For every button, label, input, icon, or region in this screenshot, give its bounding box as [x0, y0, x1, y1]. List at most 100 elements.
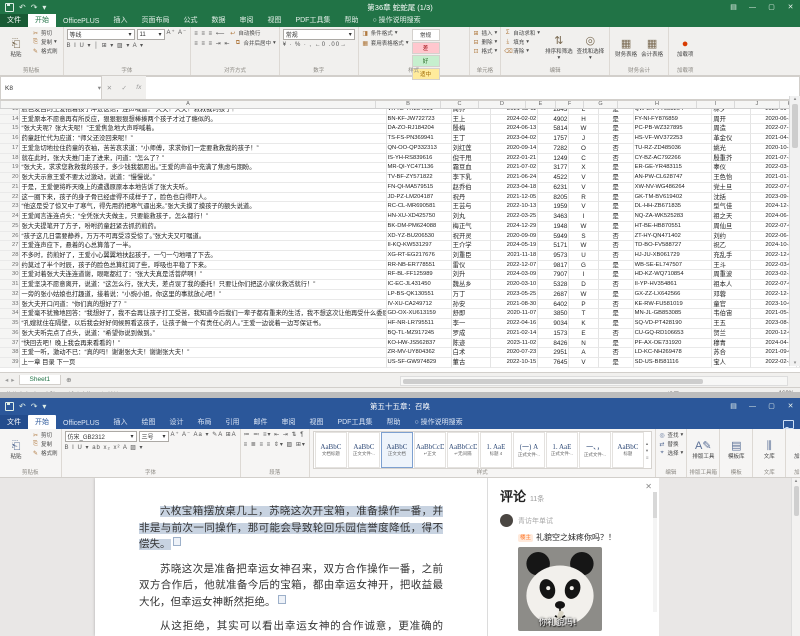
column-header[interactable]: I [697, 101, 735, 108]
cell[interactable]: PF-AX-OE731920 [634, 339, 713, 349]
cell[interactable]: 舒即 [452, 309, 491, 319]
table-row[interactable]: 32 一旁的张小姑娘也打趣道，接着说：“小豌小姐，你这里的事就放心吧！” LP-… [0, 290, 800, 300]
row-number[interactable]: 23 [0, 202, 20, 212]
cell[interactable]: RR-NB-ER778551 [387, 261, 452, 271]
ribbon-tab[interactable]: 帮助 [337, 13, 365, 27]
cell[interactable]: BK-DM-PM624088 [387, 222, 452, 232]
font-name-select[interactable]: 仿宋_GB2312▾ [65, 431, 137, 442]
table-row[interactable]: 23 “他这是受了惊又中了寒气，得先用药把寒气逼出来。”张大夫摸了摸孩子的额头说… [0, 202, 800, 212]
ribbon-tab[interactable]: 文件 [0, 13, 28, 27]
cell[interactable]: 2024-05-19 [491, 241, 539, 251]
cell[interactable]: 1757 [538, 134, 569, 144]
cell[interactable]: “孩子这几日需要静养，万万不可再受凉受惊了。”张大夫又叮嘱道。 [20, 232, 386, 242]
cell[interactable]: 1573 [538, 329, 569, 339]
conditional-formatting-button[interactable]: ◨ 条件格式▾ [362, 29, 409, 37]
cell[interactable]: 2021-06-24 [491, 173, 539, 183]
cell[interactable]: V [569, 202, 598, 212]
ribbon-tab[interactable]: 绘图 [134, 415, 162, 429]
editing-small-button[interactable]: ⌖ 选择▾ [659, 449, 684, 457]
editing-small-button[interactable]: Σ 自动求和▾ [504, 29, 540, 37]
cell[interactable]: 是 [599, 339, 634, 349]
cell[interactable]: 张大夫听完点了点头，说道：“希望你说到做到。” [20, 329, 386, 339]
align-buttons[interactable]: ≡ ≣ ≡ ≡ ⇕▾ ▨ ⊞▾ [244, 441, 306, 448]
ribbon-tab[interactable]: 数据 [204, 13, 232, 27]
cell[interactable]: P [569, 300, 598, 310]
cell[interactable]: 周造 [712, 124, 751, 134]
table-row[interactable]: 19 “张大夫，求求您救救我的孩子，多少钱我都愿出。”王爱的声音中充满了焦虑与期… [0, 163, 800, 173]
cell[interactable]: IV-XU-CA249712 [387, 300, 452, 310]
cell[interactable]: 是 [599, 212, 634, 222]
row-number[interactable]: 16 [0, 134, 20, 144]
cell[interactable]: HD-KZ-WQ710854 [634, 270, 713, 280]
formula-enter-icon[interactable]: ✓ [121, 84, 126, 92]
cell[interactable]: 祝开灵 [452, 232, 491, 242]
number-format-select[interactable]: 常规▾ [283, 29, 355, 40]
cell[interactable]: 党土旦 [712, 183, 751, 193]
table-row[interactable]: 25 张大夫提笔开了方子，吩咐药童赶紧去抓药煎药。 BK-DM-PM624088… [0, 222, 800, 232]
column-header[interactable]: J [735, 101, 780, 108]
cell[interactable]: MR-QI-YC471136 [387, 163, 452, 173]
cell[interactable]: 2024-06-13 [491, 124, 539, 134]
cell[interactable]: 2021-07-02 [491, 163, 539, 173]
style-item[interactable]: AaBbCcD ↵正文 [414, 432, 446, 468]
table-row[interactable]: 22 这一圈下来，孩子的身子骨已经虚得不成样子了，脸色也白得吓人。 JD-PZ-… [0, 193, 800, 203]
style-item[interactable]: 一、， 正式文件-.. [579, 432, 611, 468]
comment-anchor-icon[interactable] [173, 537, 181, 546]
clipboard-small-button[interactable]: ⎘ 复制▾ [32, 38, 60, 46]
cell[interactable]: 刘升 [452, 270, 491, 280]
cell[interactable]: MN-JL-GB853085 [634, 309, 713, 319]
cell[interactable]: KO-HW-JS562837 [387, 339, 452, 349]
cell[interactable]: XD-YZ-BU206530 [387, 232, 452, 242]
cell[interactable]: N [569, 339, 598, 349]
sheet-next-icon[interactable]: ▸ [11, 376, 14, 384]
cell[interactable]: C [569, 154, 598, 164]
cell[interactable]: TD-BO-FV588727 [634, 241, 713, 251]
style-item[interactable]: AaBbC 标题 [612, 432, 644, 468]
cell[interactable]: 革金仪 [712, 134, 751, 144]
row-number[interactable]: 18 [0, 154, 20, 164]
scroll-down-icon[interactable]: ▾ [794, 360, 797, 366]
cell[interactable]: 王爱对着张大夫连连道谢，眼眶都红了：“张大夫真是活菩萨啊！” [20, 270, 386, 280]
ribbon-tab[interactable]: 开始 [28, 415, 56, 429]
cell[interactable]: 2023-05-25 [491, 290, 539, 300]
table-row[interactable]: 20 张大夫示意王爱不要太过激动，说道：“慢慢说。” TV-BF-ZY57182… [0, 173, 800, 183]
cell[interactable]: 万丁 [452, 290, 491, 300]
maximize-icon[interactable]: ▢ [762, 402, 781, 410]
cell[interactable]: HT-BE-HB870551 [634, 222, 713, 232]
name-box[interactable]: K8▾ [0, 76, 102, 100]
cell[interactable]: LP-BS-QK130551 [387, 290, 452, 300]
cell[interactable]: 2023-11-02 [491, 339, 539, 349]
cell[interactable]: 2022-01-21 [491, 154, 539, 164]
font-size-select[interactable]: 三号▾ [139, 431, 169, 442]
cell[interactable]: 3850 [538, 309, 569, 319]
cell[interactable]: 6402 [538, 300, 569, 310]
cell[interactable]: 不多时，药煎好了，王爱小心翼翼地扶起孩子，一勺一勺地喂了下去。 [20, 251, 386, 261]
row-number[interactable]: 24 [0, 212, 20, 222]
column-header[interactable]: E [526, 101, 556, 108]
scrollbar-thumb[interactable] [792, 104, 798, 148]
cell[interactable]: 贺兰 [712, 329, 751, 339]
cell[interactable]: 9573 [538, 251, 569, 261]
cell[interactable]: H [569, 115, 598, 125]
cell[interactable]: TV-BF-ZY571822 [387, 173, 452, 183]
cell[interactable]: RF-BL-FF125989 [387, 270, 452, 280]
cell[interactable]: 5949 [538, 232, 569, 242]
cell[interactable]: GX-ZZ-LX642566 [634, 290, 713, 300]
column-header[interactable]: C [441, 101, 479, 108]
cell[interactable]: 祖之天 [712, 212, 751, 222]
table-row[interactable]: 31 王爱坚决不愿意离开，说道：“这怎么行，张大夫，差点误了我的委托！只要让你们… [0, 280, 800, 290]
row-number[interactable]: 21 [0, 183, 20, 193]
cell[interactable]: V [569, 173, 598, 183]
close-icon[interactable]: ✕ [781, 3, 800, 11]
style-item[interactable]: AaBbCcD ↵无间隔 [447, 432, 479, 468]
cell[interactable]: WB-SE-EL747507 [634, 261, 713, 271]
column-header[interactable]: A [1, 101, 376, 108]
row-number[interactable]: 36 [0, 329, 20, 339]
insert-function-icon[interactable]: fx [136, 84, 141, 91]
layout-tools-button[interactable]: A✎ 排版工具 [690, 431, 716, 469]
cell[interactable]: 6231 [538, 183, 569, 193]
cell[interactable]: 韦伯宙 [712, 309, 751, 319]
cell[interactable]: S [569, 232, 598, 242]
cell[interactable]: 刘重臣 [452, 251, 491, 261]
cell[interactable]: 5328 [538, 280, 569, 290]
